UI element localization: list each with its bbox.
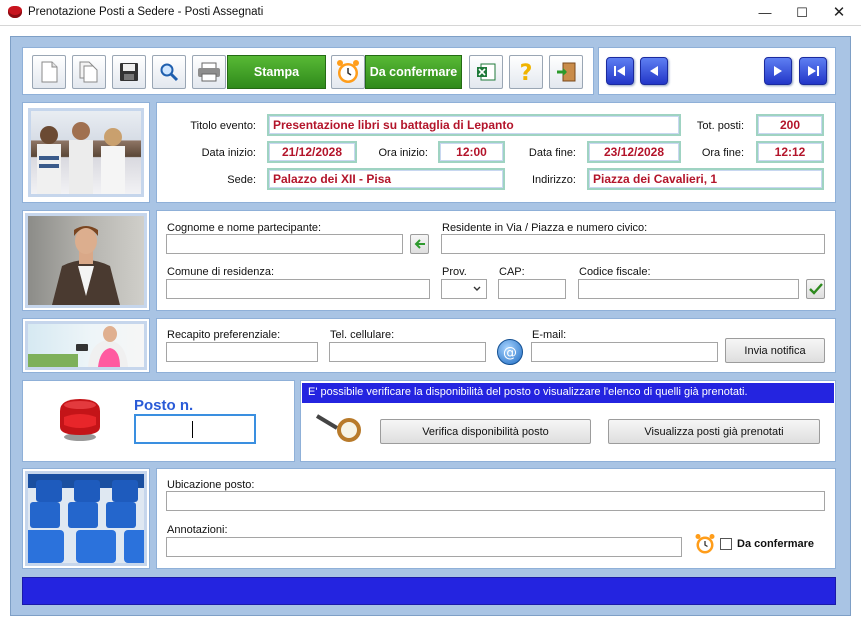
magnifier-icon bbox=[315, 412, 367, 442]
start-date-field[interactable]: 21/12/2028 bbox=[267, 141, 357, 163]
next-record-icon bbox=[774, 66, 782, 76]
recapito-input[interactable] bbox=[166, 342, 318, 362]
new-button[interactable] bbox=[32, 55, 66, 89]
end-date-field[interactable]: 23/12/2028 bbox=[587, 141, 681, 163]
copy-name-button[interactable] bbox=[410, 234, 429, 254]
printer-icon bbox=[198, 62, 220, 82]
visualizza-posti-button[interactable]: Visualizza posti già prenotati bbox=[608, 419, 820, 444]
location-photo bbox=[25, 471, 147, 566]
event-title-label: Titolo evento: bbox=[190, 120, 256, 132]
search-button[interactable] bbox=[152, 55, 186, 89]
first-record-button[interactable] bbox=[606, 57, 634, 85]
exit-button[interactable] bbox=[549, 55, 583, 89]
minimize-button[interactable]: — bbox=[747, 0, 783, 26]
cap-input[interactable] bbox=[498, 279, 566, 299]
alarm-clock-small-icon bbox=[694, 533, 716, 555]
ubicazione-input[interactable] bbox=[166, 491, 825, 511]
excel-button[interactable] bbox=[469, 55, 503, 89]
start-time-field[interactable]: 12:00 bbox=[438, 141, 505, 163]
da-confermare-checkbox-label: Da confermare bbox=[737, 538, 815, 550]
previous-record-button[interactable] bbox=[640, 57, 668, 85]
email-input[interactable] bbox=[531, 342, 718, 362]
window-title: Prenotazione Posti a Sedere - Posti Asse… bbox=[28, 6, 264, 18]
maximize-button[interactable]: ☐ bbox=[784, 0, 820, 26]
end-time-field[interactable]: 12:12 bbox=[756, 141, 824, 163]
annotazioni-label: Annotazioni: bbox=[167, 524, 228, 536]
start-time-label: Ora inizio: bbox=[378, 147, 428, 159]
codice-fiscale-input[interactable] bbox=[578, 279, 799, 299]
armchair-icon bbox=[54, 393, 106, 445]
next-record-button[interactable] bbox=[764, 57, 792, 85]
event-title-field[interactable]: Presentazione libri su battaglia di Lepa… bbox=[267, 114, 681, 136]
last-record-button[interactable] bbox=[799, 57, 827, 85]
title-bar: Prenotazione Posti a Sedere - Posti Asse… bbox=[0, 0, 861, 26]
posto-input[interactable] bbox=[134, 414, 256, 444]
prov-label: Prov. bbox=[442, 266, 467, 278]
end-time-label: Ora fine: bbox=[701, 147, 744, 159]
seat-info-banner: E' possibile verificare la disponibilità… bbox=[302, 383, 834, 403]
previous-record-icon bbox=[650, 66, 658, 76]
alarm-button[interactable] bbox=[331, 55, 365, 89]
status-bar bbox=[22, 577, 836, 605]
venue-field[interactable]: Palazzo dei XII - Pisa bbox=[267, 168, 505, 190]
email-label: E-mail: bbox=[532, 329, 567, 341]
excel-icon bbox=[477, 63, 496, 81]
chevron-down-icon bbox=[473, 286, 481, 291]
close-button[interactable]: ✕ bbox=[821, 0, 857, 26]
address-field[interactable]: Piazza dei Cavalieri, 1 bbox=[587, 168, 824, 190]
cellulare-label: Tel. cellulare: bbox=[330, 329, 395, 341]
copy-doc-icon bbox=[79, 61, 98, 83]
help-icon: ? bbox=[520, 61, 533, 84]
da-confermare-button[interactable]: Da confermare bbox=[365, 55, 462, 89]
contact-photo bbox=[25, 321, 147, 370]
stampa-button[interactable]: Stampa bbox=[227, 55, 326, 89]
residence-label: Residente in Via / Piazza e numero civic… bbox=[442, 222, 648, 234]
print-button[interactable] bbox=[192, 55, 226, 89]
svg-text:?: ? bbox=[520, 61, 533, 84]
comune-input[interactable] bbox=[166, 279, 430, 299]
new-doc-icon bbox=[41, 61, 58, 83]
last-record-icon bbox=[808, 66, 819, 76]
app-icon bbox=[8, 6, 22, 18]
exit-icon bbox=[557, 62, 576, 82]
cap-label: CAP: bbox=[499, 266, 525, 278]
save-icon bbox=[120, 63, 138, 81]
residence-input[interactable] bbox=[441, 234, 825, 254]
da-confermare-checkbox[interactable] bbox=[720, 538, 732, 550]
end-date-label: Data fine: bbox=[528, 147, 576, 159]
posto-label: Posto n. bbox=[134, 397, 194, 414]
verifica-posto-button[interactable]: Verifica disponibilità posto bbox=[380, 419, 591, 444]
svg-text:@: @ bbox=[503, 345, 517, 360]
search-icon bbox=[160, 63, 179, 82]
alarm-clock-icon bbox=[337, 60, 359, 83]
address-label: Indirizzo: bbox=[531, 174, 576, 186]
annotazioni-input[interactable] bbox=[166, 537, 682, 557]
recapito-label: Recapito preferenziale: bbox=[167, 329, 281, 341]
invia-notifica-button[interactable]: Invia notifica bbox=[725, 338, 825, 363]
verify-cf-button[interactable] bbox=[806, 279, 825, 299]
comune-label: Comune di residenza: bbox=[167, 266, 275, 278]
email-button[interactable]: @ bbox=[497, 339, 523, 365]
participant-photo bbox=[25, 213, 147, 308]
checkmark-icon bbox=[808, 283, 823, 295]
venue-label: Sede: bbox=[227, 174, 256, 186]
participant-name-label: Cognome e nome partecipante: bbox=[167, 222, 322, 234]
prov-select[interactable] bbox=[441, 279, 487, 299]
tot-posti-field[interactable]: 200 bbox=[756, 114, 824, 136]
arrow-left-icon bbox=[414, 239, 425, 249]
text-cursor bbox=[192, 421, 193, 438]
tot-posti-label: Tot. posti: bbox=[696, 120, 744, 132]
first-record-icon bbox=[614, 66, 625, 76]
help-button[interactable]: ? bbox=[509, 55, 543, 89]
copy-button[interactable] bbox=[72, 55, 106, 89]
start-date-label: Data inizio: bbox=[201, 147, 256, 159]
cellulare-input[interactable] bbox=[329, 342, 486, 362]
codice-fiscale-label: Codice fiscale: bbox=[579, 266, 651, 278]
ubicazione-label: Ubicazione posto: bbox=[167, 479, 255, 491]
at-sign-icon: @ bbox=[503, 345, 517, 360]
save-button[interactable] bbox=[112, 55, 146, 89]
participant-name-input[interactable] bbox=[166, 234, 403, 254]
event-photo bbox=[28, 108, 144, 197]
